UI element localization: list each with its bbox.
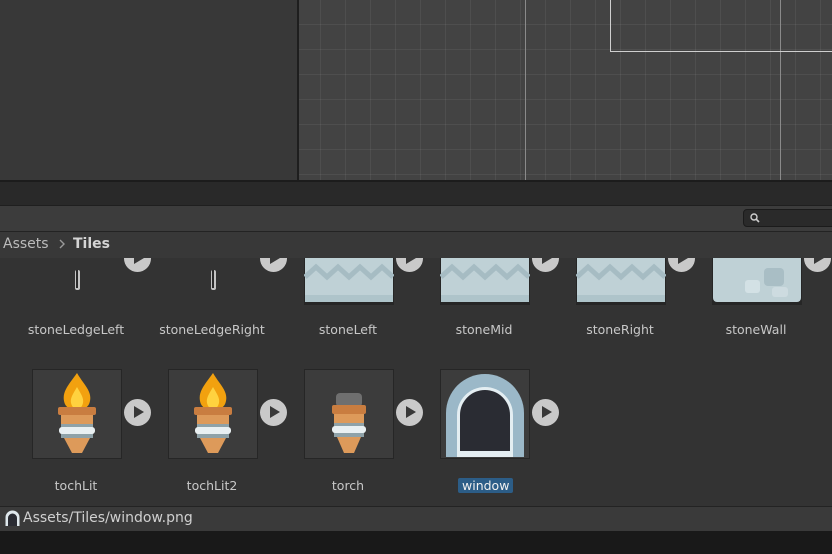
selected-asset-path: Assets/Tiles/window.png xyxy=(23,510,193,526)
asset-label: tochLit xyxy=(54,478,98,493)
play-icon[interactable] xyxy=(260,258,287,272)
asset-label-selected: window xyxy=(458,478,514,493)
asset-thumbnail[interactable] xyxy=(32,369,122,459)
asset-thumbnail[interactable] xyxy=(440,369,530,459)
asset-label: stoneMid xyxy=(455,322,513,337)
play-icon[interactable] xyxy=(124,258,151,272)
play-icon[interactable] xyxy=(668,258,695,272)
asset-thumbnail[interactable] xyxy=(304,369,394,459)
asset-label: stoneWall xyxy=(725,322,787,337)
asset-label: stoneLeft xyxy=(318,322,378,337)
play-icon[interactable] xyxy=(804,258,831,272)
asset-thumbnail[interactable] xyxy=(712,258,802,305)
play-icon[interactable] xyxy=(124,399,151,426)
asset-label: stoneLedgeLeft xyxy=(27,322,125,337)
asset-thumbnail[interactable] xyxy=(168,369,258,459)
asset-thumbnail[interactable] xyxy=(32,258,122,305)
breadcrumb xyxy=(0,231,832,258)
window-asset-icon xyxy=(5,510,20,526)
scene-camera-bounds xyxy=(610,0,832,52)
play-icon[interactable] xyxy=(532,258,559,272)
asset-thumbnail[interactable] xyxy=(439,258,531,305)
play-icon[interactable] xyxy=(532,399,559,426)
footer-bar xyxy=(0,531,832,554)
chevron-right-icon xyxy=(59,239,65,249)
scene-grid-line xyxy=(525,0,526,180)
play-icon[interactable] xyxy=(396,399,423,426)
asset-thumbnail[interactable] xyxy=(575,258,667,305)
asset-label: stoneRight xyxy=(586,322,654,337)
project-tab-bar xyxy=(0,182,832,205)
scene-view[interactable] xyxy=(299,0,832,180)
breadcrumb-assets[interactable]: Assets xyxy=(3,236,49,252)
search-icon xyxy=(750,213,760,223)
play-icon[interactable] xyxy=(260,399,287,426)
asset-label: torch xyxy=(331,478,365,493)
project-toolbar xyxy=(0,205,832,231)
play-icon[interactable] xyxy=(396,258,423,272)
asset-label: stoneLedgeRight xyxy=(159,322,265,337)
asset-grid: stoneLedgeLeft stoneLedgeRight stoneLeft… xyxy=(0,258,832,506)
breadcrumb-tiles[interactable]: Tiles xyxy=(73,236,110,252)
asset-thumbnail[interactable] xyxy=(168,258,258,305)
hierarchy-panel xyxy=(0,0,297,180)
asset-label: tochLit2 xyxy=(186,478,238,493)
asset-thumbnail[interactable] xyxy=(303,258,395,305)
